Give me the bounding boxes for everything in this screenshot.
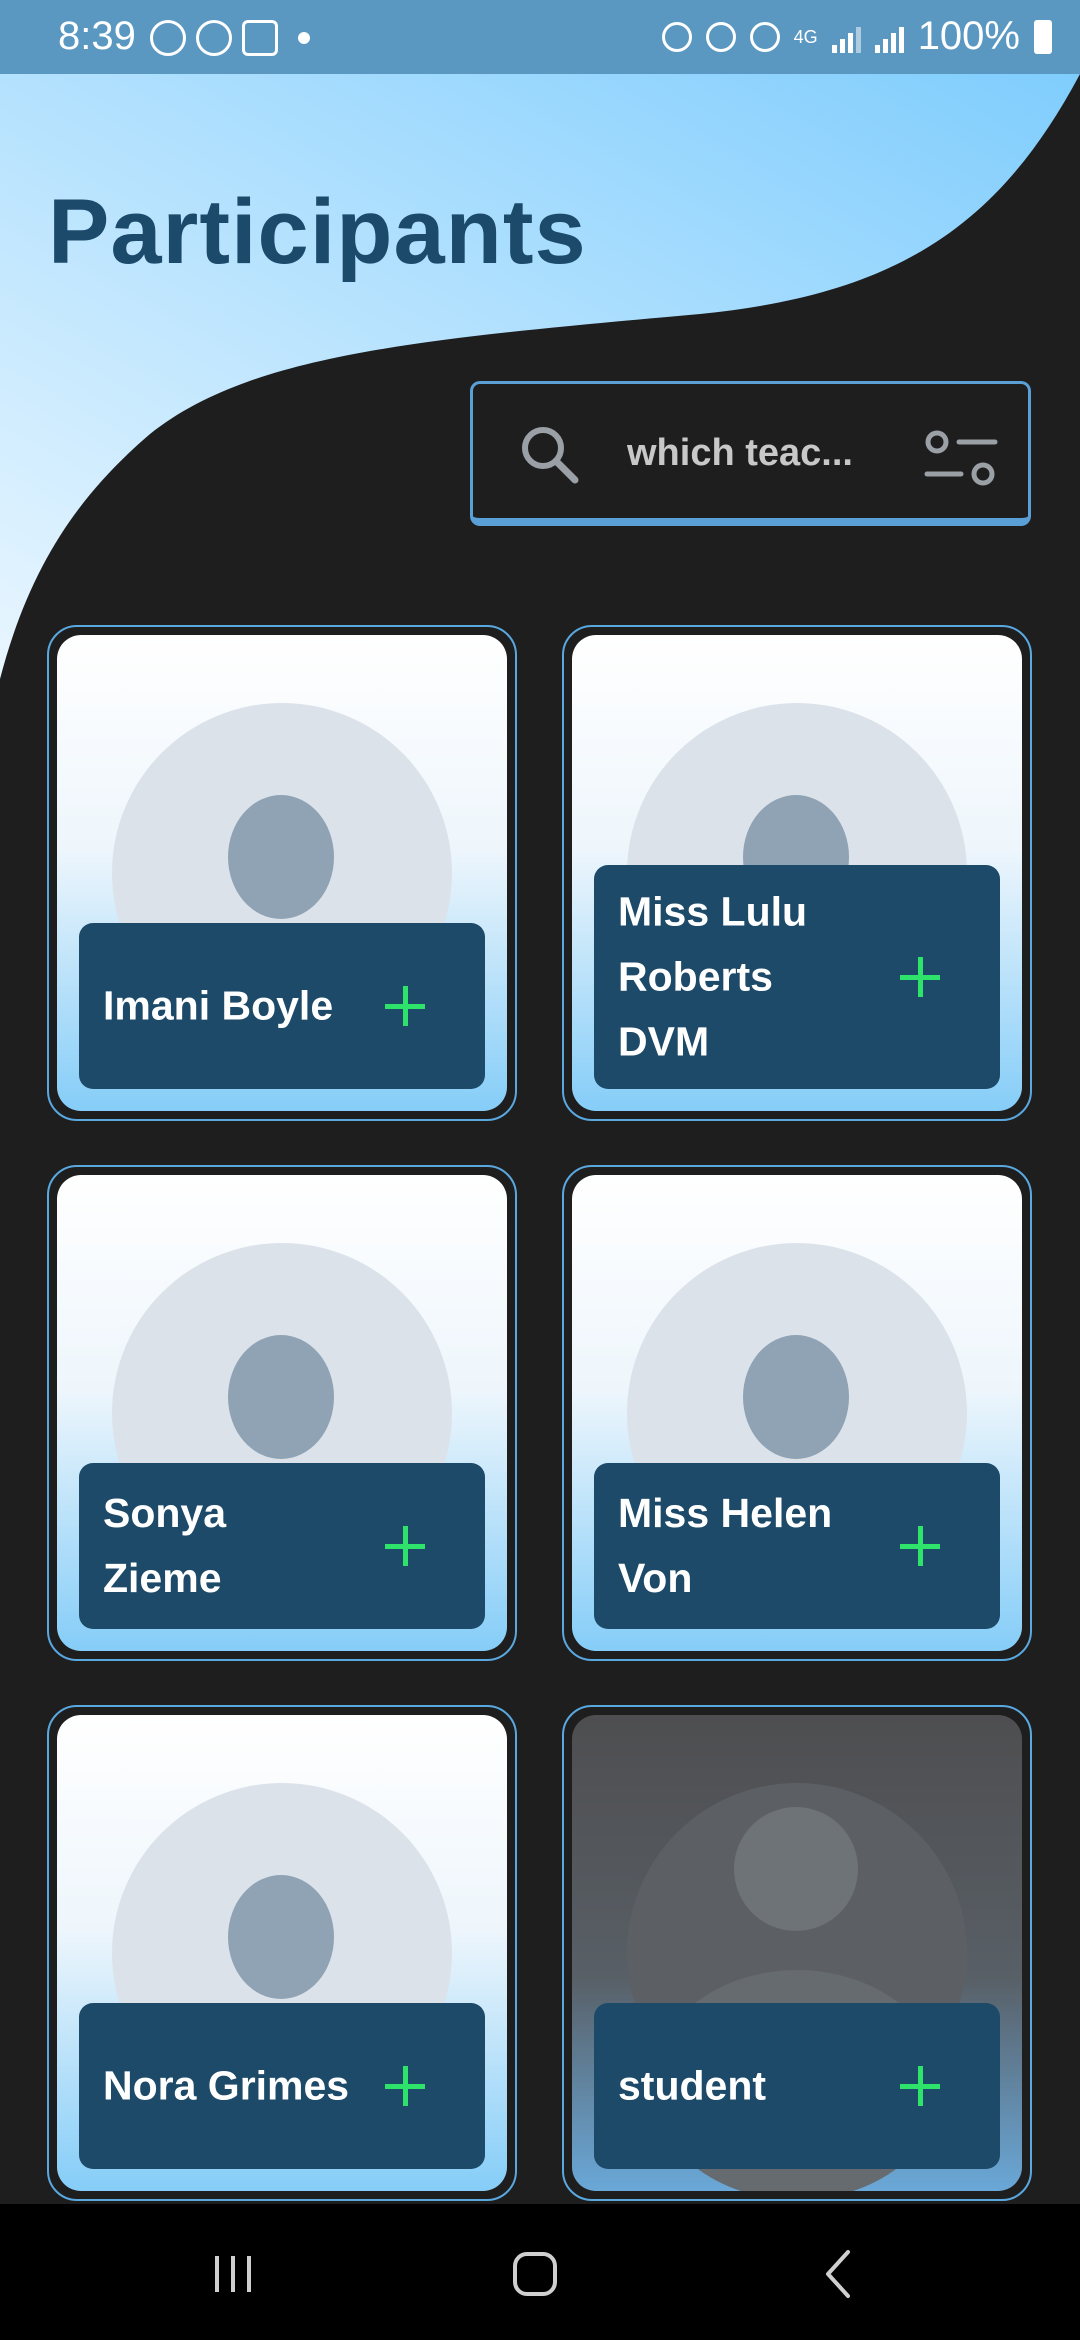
back-icon[interactable] — [810, 2244, 870, 2304]
page-title: Participants — [48, 181, 587, 283]
participant-name: Nora Grimes — [103, 2062, 350, 2109]
avatar-head — [228, 1335, 334, 1459]
card-body: Sonya Zieme — [57, 1175, 507, 1651]
participant-name: Miss Lulu Roberts DVM — [618, 888, 808, 1065]
add-participant-button[interactable] — [375, 1516, 435, 1576]
participant-card[interactable]: Miss Helen Von — [562, 1165, 1032, 1661]
search-input[interactable] — [625, 422, 889, 484]
participant-card[interactable]: Nora Grimes — [47, 1705, 517, 2201]
add-participant-button[interactable] — [890, 947, 950, 1007]
system-icons: 4G 100% — [661, 14, 1052, 59]
avatar-head — [228, 795, 334, 919]
battery-saver-icon — [661, 21, 692, 52]
participant-name: student — [618, 2062, 767, 2109]
participant-card[interactable]: student — [562, 1705, 1032, 2201]
filter-icon[interactable] — [923, 424, 999, 492]
search-bar[interactable] — [470, 381, 1031, 526]
participant-name: Miss Helen Von — [618, 1490, 833, 1601]
name-panel: Nora Grimes — [79, 2003, 485, 2169]
add-participant-button[interactable] — [375, 976, 435, 1036]
system-navigation-bar — [0, 2204, 1080, 2340]
add-participant-button[interactable] — [375, 2056, 435, 2116]
battery-percent: 100% — [917, 14, 1020, 58]
more-notifications-dot-icon — [298, 32, 310, 44]
home-icon[interactable] — [505, 2244, 565, 2304]
status-time: 8:39 — [58, 14, 136, 58]
avatar-head — [743, 1335, 849, 1459]
add-participant-button[interactable] — [890, 2056, 950, 2116]
participant-name: Sonya Zieme — [103, 1490, 227, 1601]
network-type: 4G — [793, 26, 818, 47]
name-panel: Imani Boyle — [79, 923, 485, 1089]
search-icon — [522, 427, 579, 484]
hotspot-icon — [749, 21, 780, 52]
participant-card[interactable]: Miss Lulu Roberts DVM — [562, 625, 1032, 1121]
name-panel: Miss Lulu Roberts DVM — [594, 865, 1000, 1089]
battery-icon — [1034, 19, 1052, 54]
add-participant-button[interactable] — [890, 1516, 950, 1576]
recents-icon[interactable] — [203, 2244, 263, 2304]
avatar-head — [734, 1807, 858, 1931]
name-panel: Miss Helen Von — [594, 1463, 1000, 1629]
status-bar: 8:39 4G 100% — [0, 0, 1080, 74]
participant-card[interactable]: Sonya Zieme — [47, 1165, 517, 1661]
signal-icon-1 — [831, 21, 861, 53]
notification-icons — [150, 20, 310, 56]
participant-card[interactable]: Imani Boyle — [47, 625, 517, 1121]
name-panel: Sonya Zieme — [79, 1463, 485, 1629]
card-body: Miss Helen Von — [572, 1175, 1022, 1651]
avatar-head — [228, 1875, 334, 1999]
participant-name: Imani Boyle — [103, 982, 334, 1029]
card-body: Nora Grimes — [57, 1715, 507, 2191]
alarm-icon — [705, 21, 736, 52]
card-body: Miss Lulu Roberts DVM — [572, 635, 1022, 1111]
whatsapp-icon — [150, 20, 186, 56]
signal-icon-2 — [874, 21, 904, 53]
card-body: Imani Boyle — [57, 635, 507, 1111]
name-panel: student — [594, 2003, 1000, 2169]
clipboard-icon — [196, 20, 232, 56]
card-body: student — [572, 1715, 1022, 2191]
gallery-icon — [242, 20, 278, 56]
